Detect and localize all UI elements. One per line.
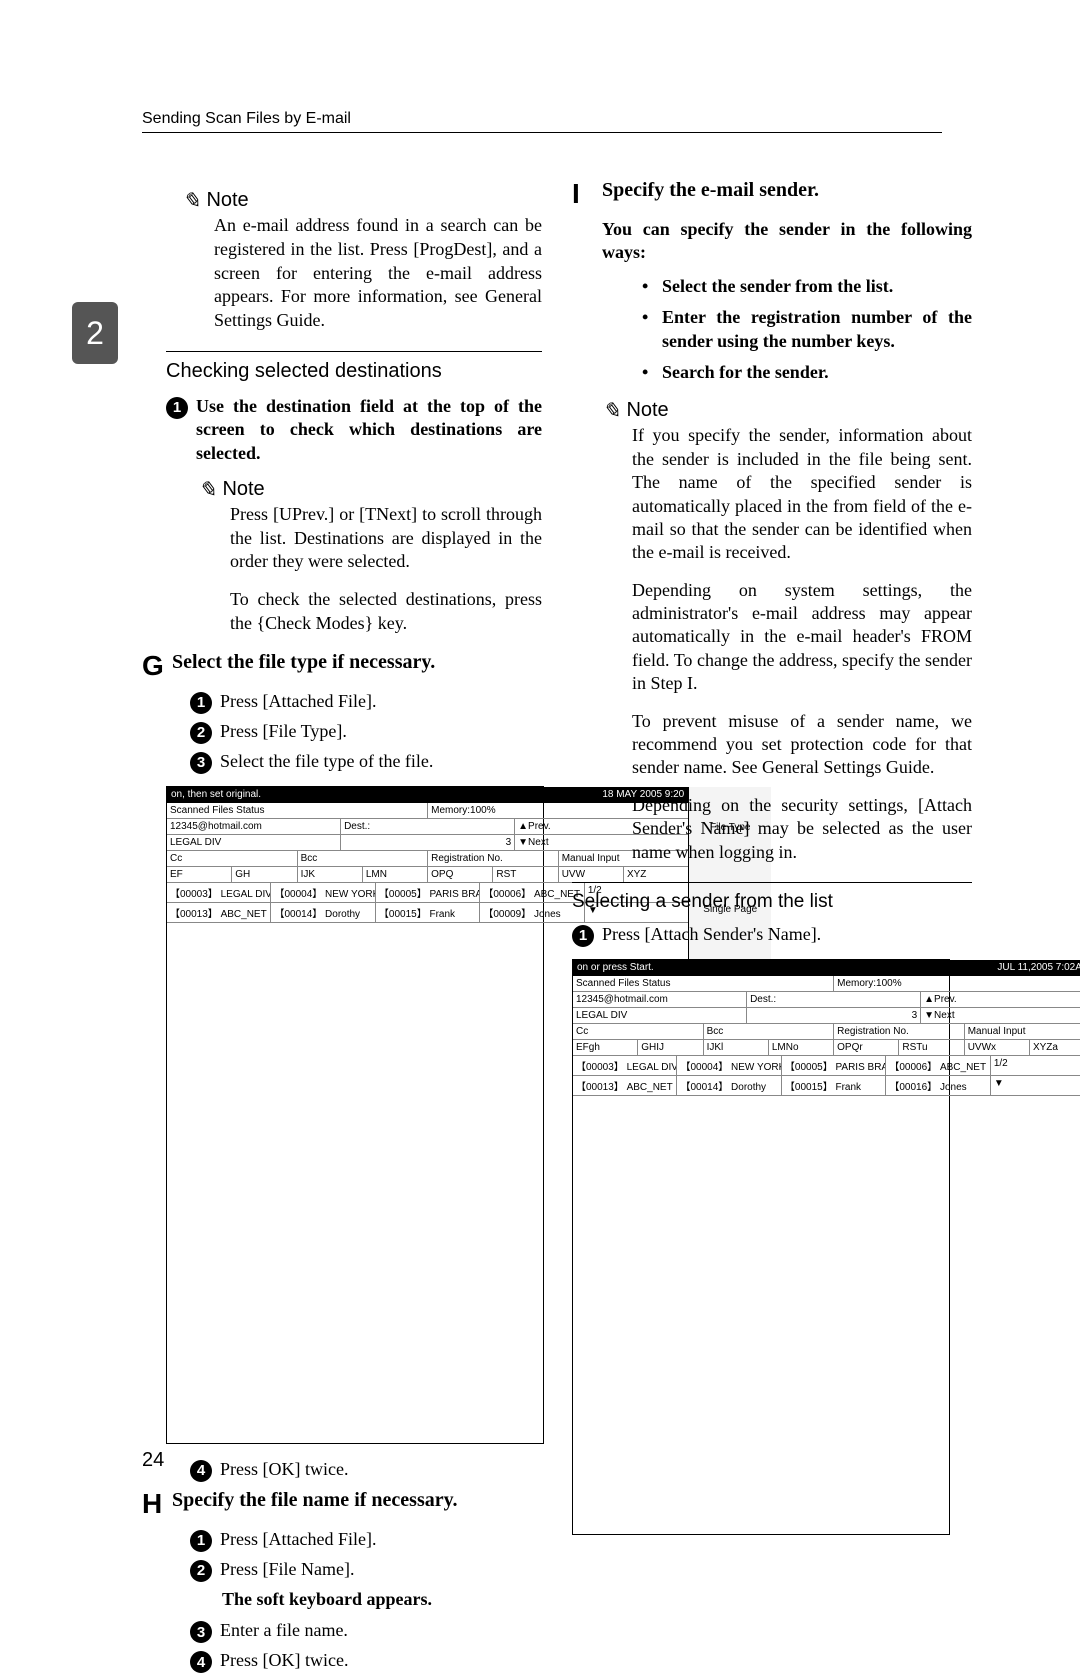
bullet-item: Enter the registration number of the sen… — [642, 306, 972, 353]
list-item-text: Use the destination field at the top of … — [196, 395, 542, 465]
subheading: Checking selected destinations — [166, 360, 542, 383]
step-number-icon: 2 — [190, 1560, 212, 1582]
list-item-text: Press [Attached File]. — [220, 690, 542, 713]
list-item-text: Press [File Type]. — [220, 720, 542, 743]
step-number-icon: 1 — [572, 925, 594, 947]
left-column: Note An e-mail address found in a search… — [142, 176, 542, 1679]
divider — [166, 351, 542, 352]
step-number-icon: 3 — [190, 752, 212, 774]
list-item-text: Enter a file name. — [220, 1619, 542, 1642]
step-letter: G — [142, 650, 172, 682]
note-label: Note — [182, 186, 542, 212]
note-body: An e-mail address found in a search can … — [214, 214, 542, 333]
right-column: I Specify the e-mail sender. You can spe… — [572, 178, 972, 1549]
step-title: Specify the file name if necessary. — [172, 1488, 542, 1520]
note-body: Press [UPrev.] or [TNext] to scroll thro… — [230, 503, 542, 574]
list-item-text: Select the file type of the file. — [220, 750, 542, 773]
step-letter: I — [572, 178, 602, 210]
step-subtext: You can specify the sender in the follow… — [602, 218, 972, 265]
note-body: Depending on the security settings, [Att… — [632, 794, 972, 864]
step-number-icon: 1 — [190, 1530, 212, 1552]
note-body: If you specify the sender, information a… — [632, 424, 972, 564]
divider — [572, 882, 972, 883]
step-number-icon: 1 — [190, 692, 212, 714]
bullet-list: Select the sender from the list. Enter t… — [602, 275, 972, 385]
note-label: Note — [198, 475, 542, 501]
list-item-text: Press [Attach Sender's Name]. — [602, 923, 972, 946]
note-label: Note — [602, 396, 972, 422]
list-item-text: Press [OK] twice. — [220, 1649, 542, 1672]
bullet-item: Select the sender from the list. — [642, 275, 972, 298]
step-number-icon: 1 — [166, 397, 188, 419]
procedure-step: H Specify the file name if necessary. — [142, 1488, 542, 1520]
note-body: To check the selected destinations, pres… — [230, 588, 542, 636]
step-letter: H — [142, 1488, 172, 1520]
step-number-icon: 4 — [190, 1460, 212, 1482]
bullet-item: Search for the sender. — [642, 361, 972, 384]
device-screenshot: on or press Start.JUL 11,2005 7:02AM Sca… — [572, 959, 950, 1535]
procedure-step: G Select the file type if necessary. — [142, 650, 542, 682]
list-item-text: Press [OK] twice. — [220, 1458, 542, 1481]
list-item: 1 Use the destination field at the top o… — [166, 395, 542, 465]
list-item-sub: The soft keyboard appears. — [222, 1588, 542, 1611]
procedure-step: I Specify the e-mail sender. — [572, 178, 972, 210]
step-number-icon: 2 — [190, 722, 212, 744]
list-item-text: Press [Attached File]. — [220, 1528, 542, 1551]
step-number-icon: 3 — [190, 1621, 212, 1643]
step-number-icon: 4 — [190, 1651, 212, 1673]
running-header: Sending Scan Files by E-mail — [142, 110, 942, 133]
note-body: To prevent misuse of a sender name, we r… — [632, 710, 972, 780]
chapter-tab: 2 — [72, 302, 118, 364]
step-title: Specify the e-mail sender. — [602, 178, 972, 210]
list-item: 1 Press [Attach Sender's Name]. — [572, 923, 972, 947]
page-number: 24 — [142, 1449, 164, 1472]
note-body: Depending on system settings, the admini… — [632, 579, 972, 696]
device-screenshot: on, then set original.18 MAY 2005 9:20 S… — [166, 786, 544, 1444]
list-item-text: Press [File Name]. — [220, 1558, 542, 1581]
subheading: Selecting a sender from the list — [572, 891, 972, 913]
step-title: Select the file type if necessary. — [172, 650, 542, 682]
